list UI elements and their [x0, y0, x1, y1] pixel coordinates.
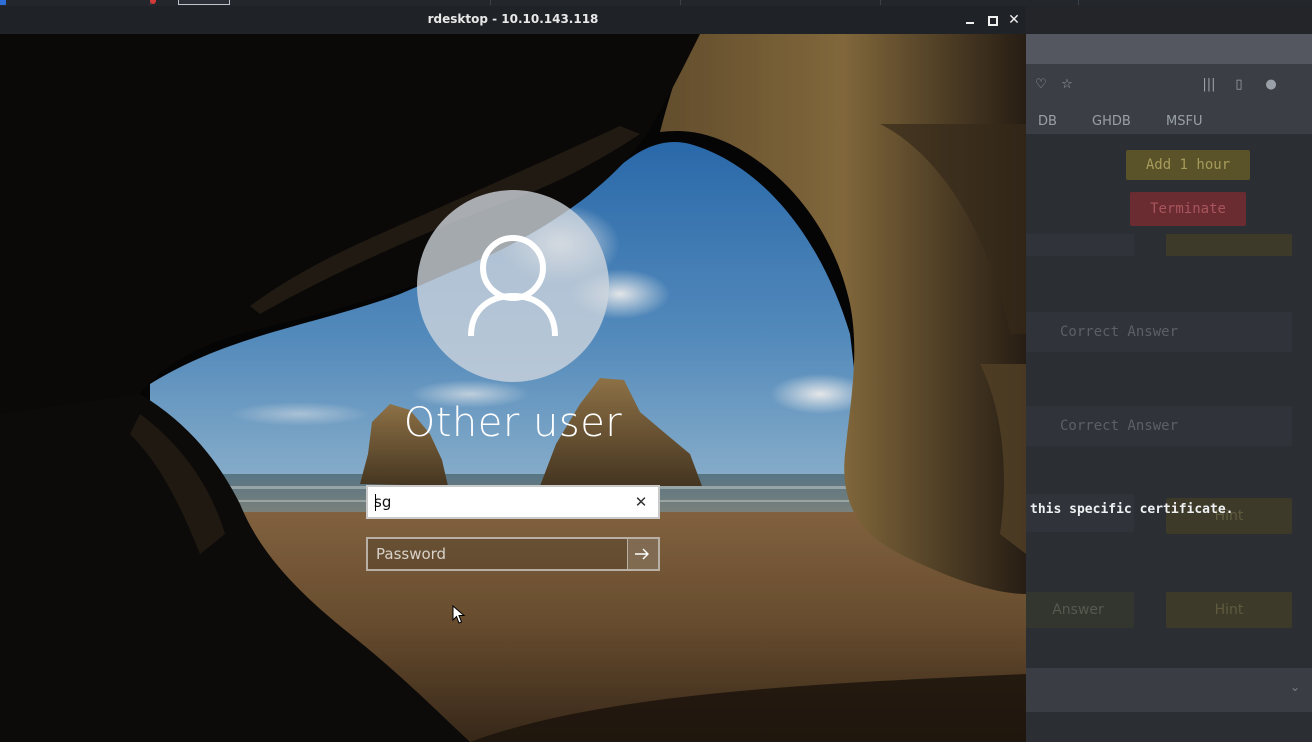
bookmark-item[interactable]: GHDB — [1092, 114, 1131, 129]
host-app-icon[interactable] — [0, 0, 6, 5]
host-active-tab[interactable] — [178, 0, 230, 5]
username-input[interactable] — [374, 487, 630, 517]
username-field[interactable]: ✕ — [366, 485, 660, 519]
terminate-button[interactable]: Terminate — [1130, 192, 1246, 226]
window-title: rdesktop - 10.10.143.118 — [427, 12, 599, 26]
password-input[interactable] — [376, 539, 624, 569]
browser-tabstrip — [1026, 6, 1312, 34]
bookmark-item[interactable]: MSFU — [1166, 114, 1202, 129]
host-notification-dot — [150, 0, 156, 4]
accordion-section[interactable]: ⌄ — [1026, 668, 1312, 712]
account-icon[interactable]: ● — [1264, 78, 1278, 92]
user-icon — [468, 235, 558, 337]
host-tab[interactable] — [882, 0, 1079, 5]
sidebar-icon[interactable]: ▯ — [1232, 78, 1246, 92]
user-avatar — [417, 190, 609, 382]
password-field[interactable] — [366, 537, 660, 571]
arrow-right-icon — [635, 548, 649, 560]
star-icon[interactable]: ☆ — [1060, 78, 1074, 92]
library-icon[interactable]: ||| — [1202, 78, 1216, 92]
mouse-cursor-icon — [452, 605, 466, 624]
maximize-icon[interactable] — [984, 12, 1000, 28]
lock-screen-dim-overlay — [0, 34, 1026, 742]
text-caret — [375, 494, 376, 511]
hint-button-fragment[interactable] — [1166, 234, 1292, 256]
bookmark-item[interactable]: DB — [1038, 114, 1057, 129]
panel-fragment — [1026, 234, 1134, 256]
clear-icon[interactable]: ✕ — [632, 492, 650, 512]
host-tab[interactable] — [290, 0, 491, 5]
submit-button[interactable] — [627, 539, 658, 569]
close-icon[interactable]: ✕ — [1006, 12, 1022, 28]
answer-input[interactable]: Correct Answer — [1026, 406, 1292, 446]
question-text: this specific certificate. — [1030, 502, 1234, 517]
host-tab[interactable] — [490, 0, 681, 5]
rdesktop-window: rdesktop - 10.10.143.118 ✕ Other user sg… — [0, 6, 1026, 742]
chevron-down-icon[interactable]: ⌄ — [1290, 680, 1300, 694]
background-browser-window: ♡ ☆ ||| ▯ ● DB GHDB MSFU Add 1 hour Term… — [1026, 6, 1312, 742]
answer-button[interactable]: Answer — [1026, 592, 1134, 628]
host-tab[interactable] — [30, 0, 151, 5]
bookmarks-bar: DB GHDB MSFU — [1026, 110, 1312, 134]
hint-button[interactable]: Hint — [1166, 592, 1292, 628]
browser-page-content: Add 1 hour Terminate Correct Answer Corr… — [1026, 134, 1312, 742]
pocket-icon[interactable]: ♡ — [1034, 78, 1048, 92]
user-name-heading: Other user — [403, 400, 623, 446]
host-tab[interactable] — [684, 0, 881, 5]
add-hour-button[interactable]: Add 1 hour — [1126, 150, 1250, 180]
browser-url-bar[interactable] — [1026, 34, 1312, 64]
browser-toolbar: ♡ ☆ ||| ▯ ● — [1026, 64, 1312, 110]
minimize-icon[interactable] — [962, 12, 978, 28]
window-titlebar[interactable]: rdesktop - 10.10.143.118 ✕ — [0, 6, 1026, 34]
answer-input[interactable]: Correct Answer — [1026, 312, 1292, 352]
windows-lock-screen: Other user ✕ — [0, 34, 1026, 742]
